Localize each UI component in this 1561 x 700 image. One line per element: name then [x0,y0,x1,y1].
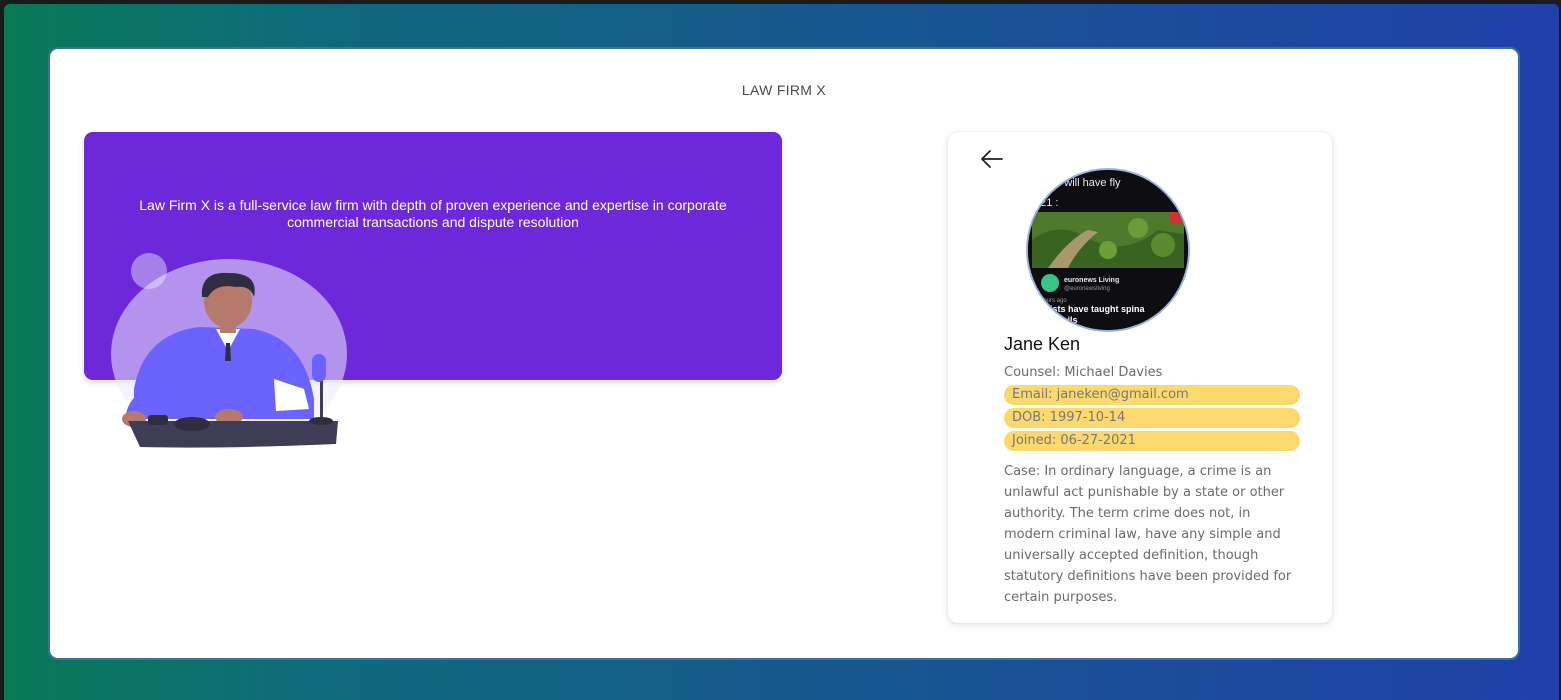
avatar-handle-name: euronews Living [1064,277,1119,284]
dob-badge: DOB: 1997-10-14 [1004,408,1300,428]
main-panel: LAW FIRM X Law Firm X is a full-service … [48,47,1520,660]
client-profile-card: o we will have fly 021 : euronews Living… [948,132,1332,623]
page-title: LAW FIRM X [741,82,827,98]
client-name: Jane Ken [1004,334,1081,354]
joined-badge: Joined: 06-27-2021 [1004,431,1300,451]
lawyer-illustration [111,253,347,449]
avatar-text-line1: o we will have fly [1038,177,1121,189]
avatar: o we will have fly 021 : euronews Living… [1026,168,1190,332]
case-description: Case: In ordinary language, a crime is a… [1004,464,1292,605]
back-button[interactable] [978,146,1006,172]
avatar-text-line2: 021 : [1034,197,1058,209]
avatar-handle: @euronewsliving [1064,286,1110,292]
avatar-headline2: nd emails [1036,315,1078,325]
hero-description: Law Firm X is a full-service law firm wi… [139,197,727,230]
arrow-left-icon [981,150,1003,168]
counsel-label: Counsel: Michael Davies [1004,365,1163,380]
app-window-background: LAW FIRM X Law Firm X is a full-service … [4,4,1559,700]
email-badge: Email: janeken@gmail.com [1004,385,1300,405]
avatar-headline1: ientists have taught spina [1034,304,1146,314]
